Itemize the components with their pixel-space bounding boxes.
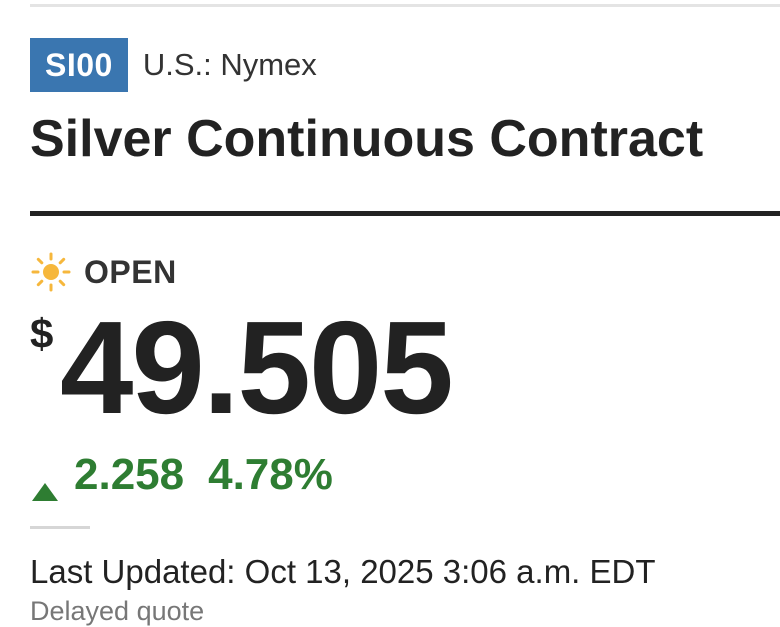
market-status-label: OPEN xyxy=(84,253,177,290)
ticker-row: SI00 U.S.: Nymex xyxy=(30,38,317,92)
arrow-up-icon xyxy=(30,464,60,501)
last-price: 49.505 xyxy=(60,294,454,441)
exchange-label: U.S.: Nymex xyxy=(142,47,317,82)
title-divider xyxy=(30,211,780,216)
short-divider xyxy=(30,526,90,529)
top-divider xyxy=(30,4,780,7)
price-change-percent: 4.78% xyxy=(208,450,333,499)
ticker-badge[interactable]: SI00 xyxy=(30,38,128,92)
instrument-title: Silver Continuous Contract xyxy=(30,110,704,168)
currency-symbol: $ xyxy=(30,310,54,357)
price-change: 2.258 xyxy=(74,450,185,499)
price-change-row: 2.258 4.78% xyxy=(30,448,333,502)
market-status: OPEN xyxy=(30,250,177,294)
sun-icon xyxy=(30,251,72,293)
last-updated: Last Updated: Oct 13, 2025 3:06 a.m. EDT xyxy=(30,553,656,590)
delayed-quote-note: Delayed quote xyxy=(30,596,205,626)
